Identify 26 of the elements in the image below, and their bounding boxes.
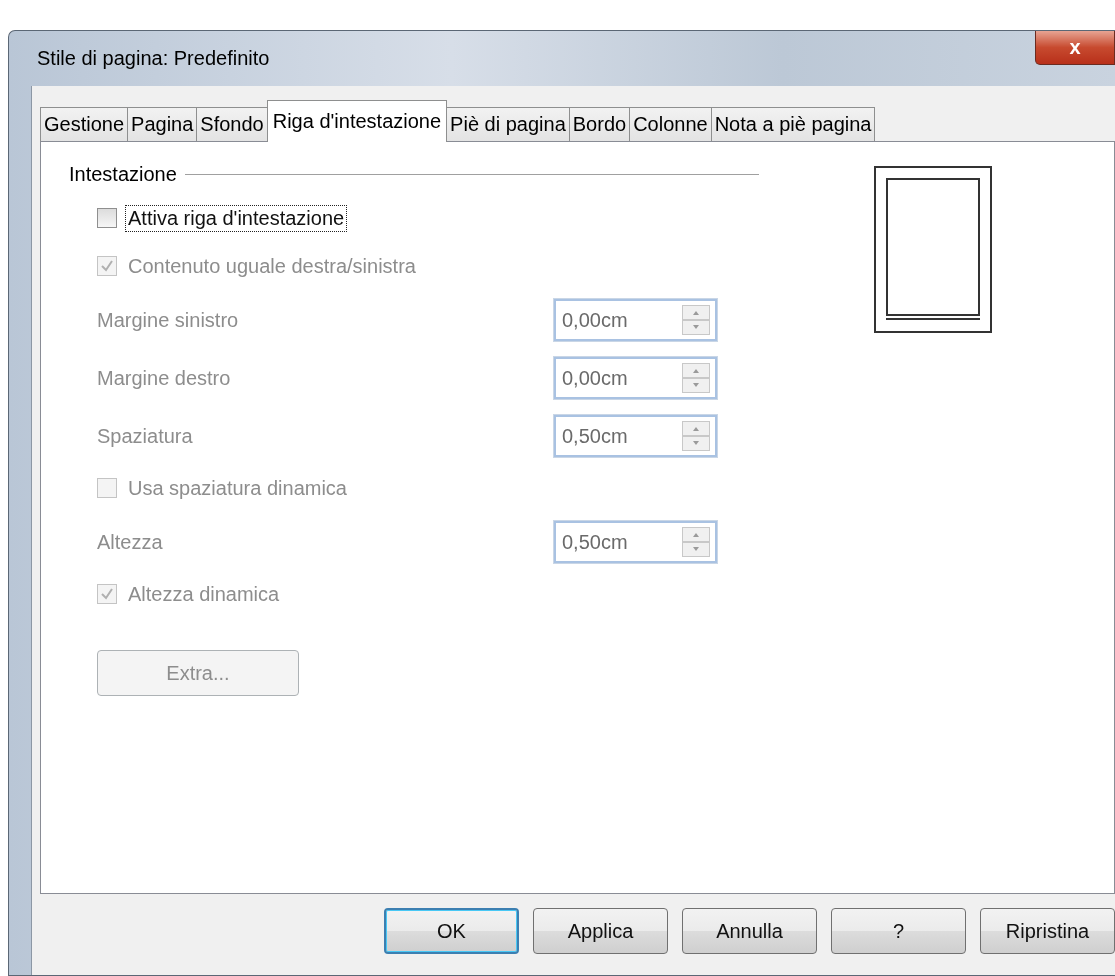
dialog-button[interactable]: Ripristina bbox=[980, 908, 1115, 954]
close-button[interactable]: x bbox=[1035, 31, 1115, 65]
dialog-button[interactable]: Applica bbox=[533, 908, 668, 954]
tab[interactable]: Gestione bbox=[40, 107, 129, 141]
checkbox-label[interactable]: Attiva riga d'intestazione bbox=[125, 204, 348, 232]
dialog-button[interactable]: ? bbox=[831, 908, 966, 954]
section-title: Intestazione bbox=[69, 162, 177, 186]
spin-arrows-icon[interactable] bbox=[682, 363, 710, 393]
field-label: Spaziatura bbox=[97, 424, 193, 448]
dialog-button[interactable]: OK bbox=[384, 908, 519, 954]
spin-arrows-icon[interactable] bbox=[682, 421, 710, 451]
checkbox[interactable] bbox=[97, 208, 117, 228]
spin-arrows-icon[interactable] bbox=[682, 527, 710, 557]
tab[interactable]: Sfondo bbox=[196, 107, 268, 141]
window-title: Stile di pagina: Predefinito bbox=[36, 46, 270, 70]
tab[interactable]: Colonne bbox=[629, 107, 712, 141]
tab[interactable]: Pagina bbox=[127, 107, 198, 141]
spin-arrows-icon[interactable] bbox=[682, 305, 710, 335]
tab[interactable]: Piè di pagina bbox=[446, 107, 570, 141]
tab[interactable]: Nota a piè pagina bbox=[710, 107, 876, 141]
field-label: Altezza bbox=[97, 530, 163, 554]
field-label: Margine destro bbox=[97, 366, 231, 390]
tab[interactable]: Bordo bbox=[568, 107, 631, 141]
field-label: Margine sinistro bbox=[97, 308, 239, 332]
dialog-button[interactable]: Annulla bbox=[682, 908, 817, 954]
tab[interactable]: Riga d'intestazione bbox=[266, 100, 448, 142]
